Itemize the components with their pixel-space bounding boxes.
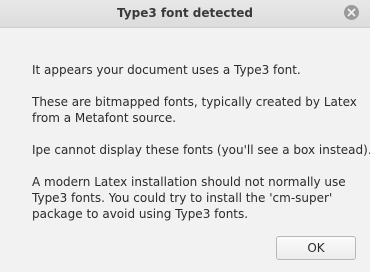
close-button[interactable] bbox=[344, 5, 359, 20]
close-icon bbox=[347, 8, 356, 17]
title-bar: Type3 font detected bbox=[0, 0, 370, 28]
type3-font-dialog: Type3 font detected It appears your docu… bbox=[0, 0, 370, 272]
message-line: from a Metafont source. bbox=[32, 111, 177, 125]
message-line: Ipe cannot display these fonts (you'll s… bbox=[32, 143, 370, 157]
message-line: A modern Latex installation should not n… bbox=[32, 175, 346, 189]
message-paragraph: These are bitmapped fonts, typically cre… bbox=[32, 94, 362, 126]
message-body: It appears your document uses a Type3 fo… bbox=[32, 62, 370, 238]
message-paragraph: Ipe cannot display these fonts (you'll s… bbox=[32, 142, 370, 158]
message-line: Type3 fonts. You could try to install th… bbox=[32, 191, 333, 205]
message-paragraph: A modern Latex installation should not n… bbox=[32, 174, 362, 222]
message-line: It appears your document uses a Type3 fo… bbox=[32, 63, 301, 77]
ok-button[interactable]: OK bbox=[276, 236, 356, 260]
message-line: package to avoid using Type3 fonts. bbox=[32, 207, 249, 221]
dialog-title: Type3 font detected bbox=[117, 6, 253, 20]
message-paragraph: It appears your document uses a Type3 fo… bbox=[32, 62, 362, 78]
message-line: These are bitmapped fonts, typically cre… bbox=[32, 95, 357, 109]
